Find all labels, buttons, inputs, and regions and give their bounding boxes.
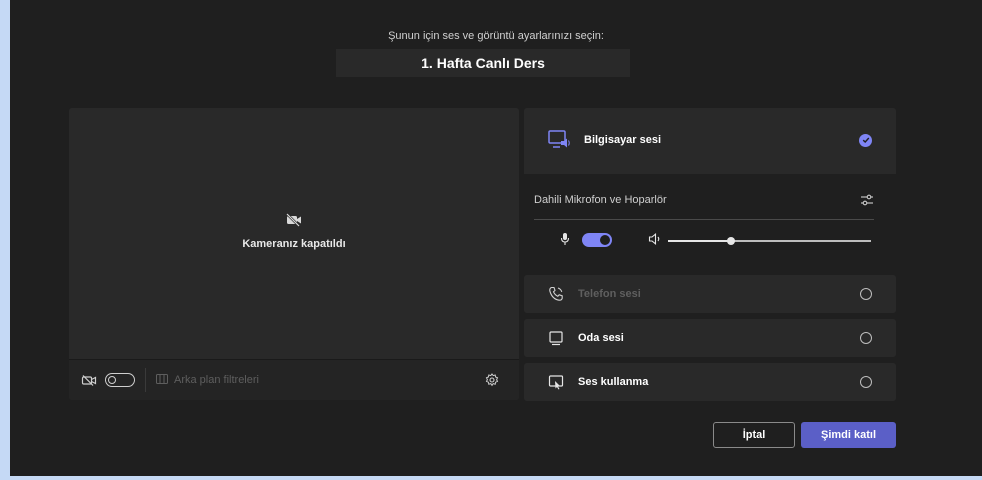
microphone-toggle[interactable] <box>582 233 612 247</box>
no-audio-radio[interactable] <box>860 376 872 388</box>
background-filters-label: Arka plan filtreleri <box>174 374 259 386</box>
video-controls-bar: Arka plan filtreleri <box>69 359 519 400</box>
audio-device-name[interactable]: Dahili Mikrofon ve Hoparlör <box>534 194 667 206</box>
room-audio-label: Oda sesi <box>578 332 624 344</box>
no-audio-label: Ses kullanma <box>578 376 649 388</box>
no-audio-icon <box>548 374 564 390</box>
volume-slider-fill <box>668 239 731 242</box>
device-divider <box>534 219 874 220</box>
bar-divider <box>145 368 146 392</box>
audio-settings-sliders-icon[interactable] <box>860 193 874 207</box>
room-device-icon <box>548 330 564 346</box>
join-now-button[interactable]: Şimdi katıl <box>801 422 896 448</box>
room-audio-row[interactable]: Oda sesi <box>534 330 886 346</box>
phone-audio-row[interactable]: Telefon sesi <box>534 286 886 302</box>
camera-off-small-icon <box>81 374 97 387</box>
computer-audio-icon <box>548 130 570 150</box>
computer-audio-option[interactable]: Bilgisayar sesi Dahili Mikrofon ve Hopar… <box>524 108 896 266</box>
camera-off-label: Kameranız kapatıldı <box>242 238 346 250</box>
camera-toggle[interactable] <box>105 373 135 387</box>
camera-off-icon <box>286 213 302 231</box>
speaker-icon <box>648 233 662 245</box>
background-filters-icon <box>156 373 168 387</box>
no-audio-option[interactable]: Ses kullanma <box>524 363 896 401</box>
room-audio-option[interactable]: Oda sesi <box>524 319 896 357</box>
volume-slider[interactable] <box>668 237 871 245</box>
computer-audio-row[interactable]: Bilgisayar sesi <box>534 130 886 150</box>
computer-audio-label: Bilgisayar sesi <box>584 134 662 146</box>
room-audio-radio[interactable] <box>860 332 872 344</box>
video-preview: Kameranız kapatıldı Arka plan filtreleri <box>69 108 519 400</box>
selected-check-icon <box>859 133 872 147</box>
volume-slider-thumb[interactable] <box>726 237 735 245</box>
pre-join-screen: Şunun için ses ve görüntü ayarlarınızı s… <box>10 0 982 476</box>
phone-icon <box>548 286 564 302</box>
microphone-icon <box>560 232 570 246</box>
meeting-title: 1. Hafta Canlı Ders <box>336 49 630 77</box>
no-audio-row[interactable]: Ses kullanma <box>534 374 886 390</box>
phone-audio-label: Telefon sesi <box>578 288 641 300</box>
cancel-button[interactable]: İptal <box>713 422 795 448</box>
settings-subtitle: Şunun için ses ve görüntü ayarlarınızı s… <box>388 30 604 42</box>
camera-off-notice: Kameranız kapatıldı <box>69 213 519 250</box>
device-settings-gear-icon[interactable] <box>485 373 499 387</box>
phone-audio-radio[interactable] <box>860 288 872 300</box>
background-filters-button[interactable]: Arka plan filtreleri <box>156 373 259 387</box>
audio-device-section: Dahili Mikrofon ve Hoparlör <box>524 174 896 266</box>
phone-audio-option[interactable]: Telefon sesi <box>524 275 896 313</box>
